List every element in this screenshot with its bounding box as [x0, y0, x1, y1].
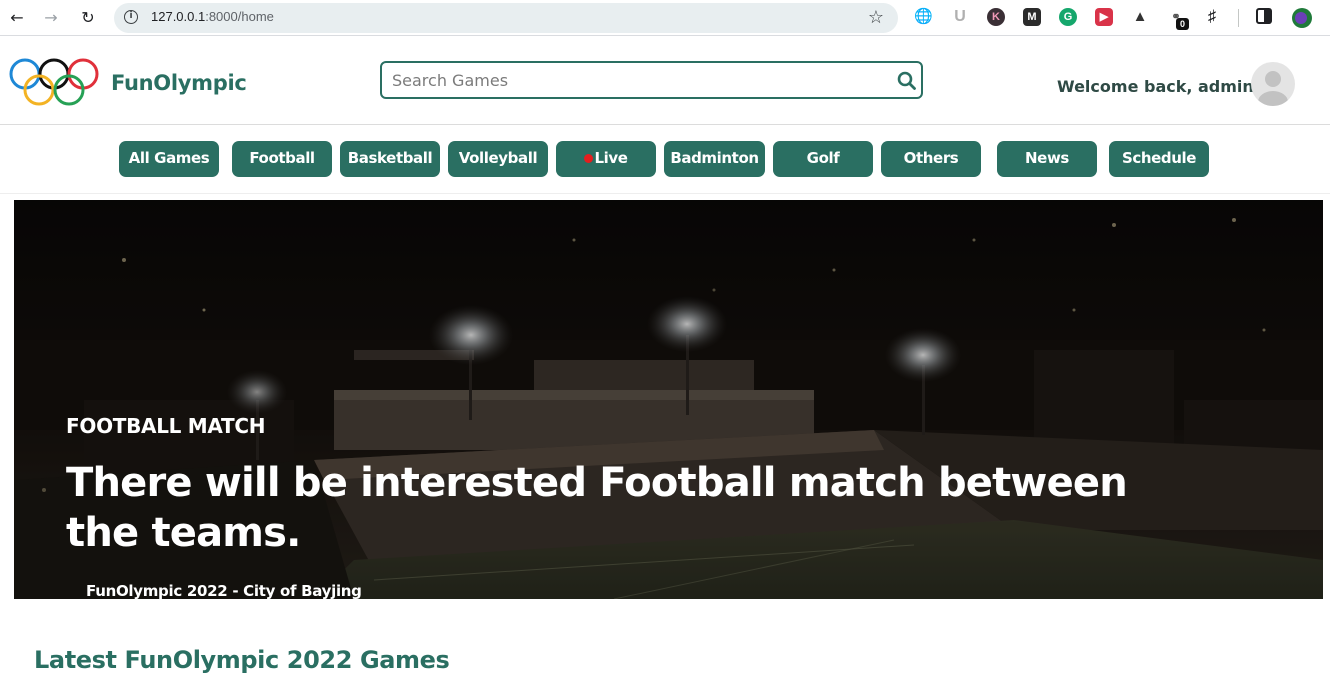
- side-panel-icon[interactable]: [1256, 8, 1272, 24]
- welcome-message: Welcome back, admin: [1057, 77, 1254, 96]
- nav-volleyball[interactable]: Volleyball: [448, 141, 548, 177]
- brand-name[interactable]: FunOlympic: [111, 71, 247, 95]
- back-icon[interactable]: ←: [6, 7, 28, 29]
- grammarly-extension-icon[interactable]: G: [1059, 8, 1077, 26]
- olympic-rings-logo[interactable]: [9, 57, 101, 109]
- search-bar: [380, 61, 923, 99]
- hero-tag: FOOTBALL MATCH: [66, 414, 266, 438]
- u-extension-icon[interactable]: U: [951, 8, 969, 26]
- search-icon[interactable]: [897, 71, 917, 91]
- address-bar[interactable]: i 127.0.0.1:8000/home ☆: [114, 3, 898, 33]
- hero-caption: FunOlympic 2022 - City of Bayjing: [86, 582, 362, 599]
- nav-others[interactable]: Others: [881, 141, 981, 177]
- category-nav: All Games Football Basketball Volleyball…: [0, 126, 1330, 194]
- toolbar-divider: [1238, 9, 1239, 27]
- user-icon: [1258, 71, 1288, 106]
- live-dot-icon: [584, 154, 594, 163]
- extension-badge: 0: [1176, 18, 1189, 30]
- k-extension-icon[interactable]: K: [987, 8, 1005, 26]
- forward-icon[interactable]: →: [40, 7, 62, 29]
- nav-basketball[interactable]: Basketball: [340, 141, 440, 177]
- address-url[interactable]: 127.0.0.1:8000/home: [151, 9, 274, 24]
- nav-badminton[interactable]: Badminton: [664, 141, 765, 177]
- reload-icon[interactable]: ↻: [77, 7, 99, 29]
- triangle-extension-icon[interactable]: ▲: [1131, 8, 1149, 26]
- nav-news[interactable]: News: [997, 141, 1097, 177]
- nav-live[interactable]: Live: [556, 141, 656, 177]
- section-title: Latest FunOlympic 2022 Games: [34, 646, 450, 674]
- browser-toolbar: ← → ↻ i 127.0.0.1:8000/home ☆ 🌐 U K M G …: [0, 0, 1330, 36]
- nav-live-label: Live: [594, 149, 628, 167]
- nav-schedule[interactable]: Schedule: [1109, 141, 1209, 177]
- nav-golf[interactable]: Golf: [773, 141, 873, 177]
- site-header: FunOlympic Welcome back, admin: [0, 37, 1330, 125]
- hero-title: There will be interested Football match …: [66, 460, 1128, 556]
- site-info-icon[interactable]: i: [124, 10, 138, 24]
- user-avatar[interactable]: [1251, 62, 1295, 106]
- hero-banner[interactable]: FOOTBALL MATCH There will be interested …: [14, 200, 1323, 599]
- extensions-puzzle-icon[interactable]: ♯: [1203, 8, 1221, 26]
- globe-extension-icon[interactable]: 🌐: [914, 8, 933, 26]
- m-extension-icon[interactable]: M: [1023, 8, 1041, 26]
- nav-all-games[interactable]: All Games: [119, 141, 219, 177]
- bookmark-star-icon[interactable]: ☆: [868, 7, 884, 28]
- nav-football[interactable]: Football: [232, 141, 332, 177]
- search-input[interactable]: [392, 69, 882, 91]
- link-extension-icon[interactable]: ⚭ 0: [1167, 8, 1189, 30]
- profile-avatar-icon[interactable]: [1292, 8, 1312, 28]
- video-extension-icon[interactable]: ▶: [1095, 8, 1113, 26]
